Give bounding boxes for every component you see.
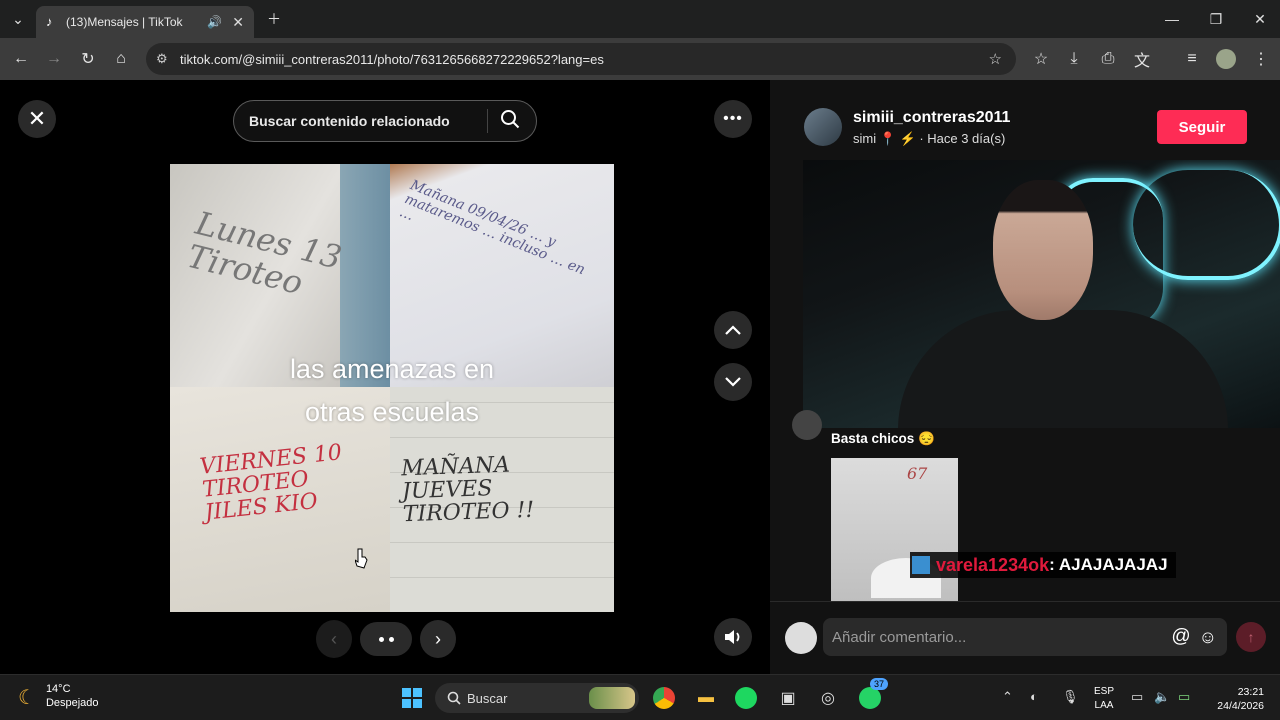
taskbar-search[interactable]: Buscar bbox=[435, 683, 639, 713]
minimize-button[interactable]: — bbox=[1150, 0, 1194, 38]
microphone-icon[interactable]: 🎙 bbox=[1062, 689, 1079, 705]
browser-toolbar: ← → ↻ ⌂ ⚙ tiktok.com/@simiii_contreras20… bbox=[0, 38, 1280, 80]
volume-icon bbox=[725, 630, 740, 644]
chevron-down-icon bbox=[725, 377, 741, 387]
post-detail-panel: simiii_contreras2011 simi 📍 ⚡ · Hace 3 d… bbox=[770, 80, 1280, 674]
chevron-up-icon bbox=[725, 325, 741, 335]
reading-list-icon[interactable]: ☆ bbox=[1028, 46, 1054, 72]
maximize-button[interactable]: ❐ bbox=[1194, 0, 1238, 38]
url-text[interactable]: tiktok.com/@simiii_contreras2011/photo/7… bbox=[180, 52, 989, 67]
window-close-button[interactable]: ✕ bbox=[1238, 0, 1280, 38]
language-indicator[interactable]: ESP LAA bbox=[1094, 685, 1114, 713]
badge-icon bbox=[912, 556, 930, 574]
commenter-avatar[interactable] bbox=[792, 410, 822, 440]
page-dots bbox=[360, 622, 412, 656]
reload-icon[interactable]: ↻ bbox=[75, 46, 101, 72]
search-input[interactable]: Buscar contenido relacionado bbox=[249, 113, 487, 129]
weather-temp: 14°C bbox=[45, 683, 71, 695]
battery-icon[interactable]: ▭ bbox=[1178, 689, 1190, 705]
prev-photo-button[interactable]: ‹ bbox=[316, 620, 352, 658]
comment-input[interactable]: Añadir comentario... @ ☺ bbox=[823, 618, 1227, 656]
browser-tab[interactable]: ♪ (13)Mensajes | TikTok 🔊 ✕ bbox=[36, 6, 254, 38]
cursor-icon bbox=[355, 548, 368, 569]
streamer-head bbox=[993, 180, 1093, 320]
photo-caption: las amenazas en otras escuelas bbox=[289, 354, 495, 427]
obs-icon[interactable]: ◎ bbox=[814, 684, 842, 712]
close-tab-icon[interactable]: ✕ bbox=[232, 14, 244, 31]
photo-pager: ‹ › bbox=[316, 620, 456, 658]
author-subtitle: simi 📍 ⚡ · Hace 3 día(s) bbox=[853, 131, 1006, 146]
comment-input-placeholder[interactable]: Añadir comentario... bbox=[832, 629, 1171, 646]
chevron-up-icon[interactable]: ⌃ bbox=[1002, 689, 1013, 705]
media-control-icon[interactable]: ≡ bbox=[1179, 46, 1205, 72]
comment-text: Basta chicos 😔 bbox=[831, 431, 935, 446]
whatsapp-icon[interactable]: 37 bbox=[856, 678, 889, 712]
send-button[interactable]: ↑ bbox=[1236, 622, 1266, 652]
file-explorer-icon[interactable]: ▬ bbox=[692, 684, 720, 712]
display-icon[interactable]: ▭ bbox=[1131, 689, 1143, 705]
print-icon[interactable]: ⎙ bbox=[1095, 46, 1121, 72]
forward-icon[interactable]: → bbox=[41, 46, 67, 72]
site-info-icon[interactable]: ⚙ bbox=[156, 51, 174, 67]
photo-handwriting-br: MAÑANA JUEVES TIROTEO !! bbox=[400, 452, 535, 528]
address-bar[interactable]: ⚙ tiktok.com/@simiii_contreras2011/photo… bbox=[146, 43, 1016, 75]
browser-titlebar: ⌄ ♪ (13)Mensajes | TikTok 🔊 ✕ ＋ — ❐ ✕ bbox=[0, 0, 1280, 38]
chrome-icon[interactable] bbox=[650, 684, 678, 712]
chat-username: varela1234ok bbox=[936, 554, 1050, 575]
photo-viewer: ✕ Buscar contenido relacionado ••• Lunes… bbox=[0, 80, 770, 674]
translate-icon[interactable]: 文 bbox=[1129, 46, 1155, 72]
home-icon[interactable]: ⌂ bbox=[108, 46, 134, 72]
tab-title: (13)Mensajes | TikTok bbox=[66, 15, 183, 29]
windows-taskbar: ☾ 14°C Despejado Buscar ▬ ▣ ◎ 37 ⌃ ◐ 🎙 E… bbox=[0, 674, 1280, 720]
bookmark-star-icon[interactable]: ☆ bbox=[989, 50, 1002, 68]
search-highlight-image bbox=[589, 687, 635, 709]
spotify-icon[interactable] bbox=[732, 684, 760, 712]
tiktok-icon: ♪ bbox=[46, 14, 53, 29]
stream-chat-overlay: varela1234ok : AJAJAJAJAJ bbox=[910, 552, 1176, 578]
volume-button[interactable] bbox=[714, 618, 752, 656]
tab-search-button[interactable]: ⌄ bbox=[0, 0, 36, 38]
start-icon[interactable] bbox=[398, 684, 426, 712]
menu-icon[interactable]: ⋮ bbox=[1248, 46, 1274, 72]
weather-widget[interactable]: ☾ 14°C Despejado bbox=[18, 683, 99, 713]
close-button[interactable]: ✕ bbox=[18, 100, 56, 138]
webcam-overlay bbox=[803, 160, 1280, 428]
comment-bar: Añadir comentario... @ ☺ ↑ bbox=[770, 601, 1280, 674]
author-avatar[interactable] bbox=[804, 108, 842, 146]
volume-icon[interactable]: 🔈 bbox=[1154, 689, 1170, 705]
related-search-bar[interactable]: Buscar contenido relacionado bbox=[233, 100, 537, 142]
chat-message: : AJAJAJAJAJ bbox=[1049, 555, 1168, 574]
moon-icon: ☾ bbox=[18, 687, 36, 709]
app-tray-icon[interactable]: ◐ bbox=[1030, 689, 1038, 704]
more-options-button[interactable]: ••• bbox=[714, 100, 752, 138]
follow-button[interactable]: Seguir bbox=[1157, 110, 1247, 144]
streamer-body bbox=[898, 310, 1228, 428]
previous-post-button[interactable] bbox=[714, 311, 752, 349]
whatsapp-badge: 37 bbox=[870, 678, 889, 690]
taskbar-search-placeholder[interactable]: Buscar bbox=[467, 691, 589, 706]
mention-icon[interactable]: @ bbox=[1171, 626, 1190, 648]
clock[interactable]: 23:21 24/4/2026 bbox=[1210, 685, 1264, 713]
my-avatar[interactable] bbox=[785, 622, 817, 654]
comment-image[interactable]: 67 bbox=[831, 458, 958, 601]
weather-condition: Despejado bbox=[45, 697, 99, 709]
emoji-icon[interactable]: ☺ bbox=[1199, 627, 1217, 648]
new-tab-button[interactable]: ＋ bbox=[252, 0, 296, 38]
search-icon[interactable] bbox=[500, 109, 522, 134]
next-post-button[interactable] bbox=[714, 363, 752, 401]
next-photo-button[interactable]: › bbox=[420, 620, 456, 658]
author-name[interactable]: simiii_contreras2011 bbox=[853, 109, 1010, 127]
search-icon bbox=[447, 691, 461, 705]
speaker-icon[interactable]: 🔊 bbox=[207, 15, 222, 29]
download-icon[interactable]: ⤓ bbox=[1061, 46, 1087, 72]
profile-avatar[interactable] bbox=[1213, 46, 1239, 72]
app-icon[interactable]: ▣ bbox=[774, 684, 802, 712]
back-icon[interactable]: ← bbox=[8, 46, 34, 72]
comment-image-text: 67 bbox=[907, 464, 928, 483]
